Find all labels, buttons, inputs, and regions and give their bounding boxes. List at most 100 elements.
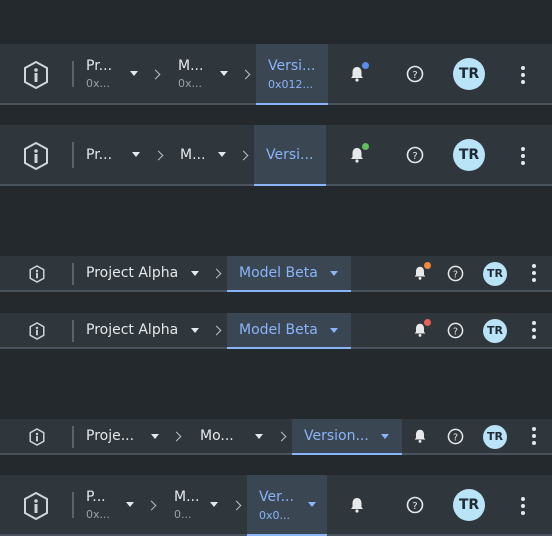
notification-dot xyxy=(424,319,431,326)
project-subtitle: 0x... xyxy=(86,77,110,90)
model-title: M... xyxy=(174,489,200,505)
more-vert-icon[interactable] xyxy=(532,264,536,285)
chevron-right-icon xyxy=(150,69,161,80)
project-title: P... xyxy=(86,489,106,505)
avatar[interactable]: TR xyxy=(453,58,485,90)
avatar[interactable]: TR xyxy=(483,262,507,286)
chevron-right-icon xyxy=(240,69,251,80)
breadcrumb-model[interactable]: M... xyxy=(174,135,236,175)
model-subtitle: 0... xyxy=(174,508,192,521)
app-logo-icon[interactable] xyxy=(29,428,45,446)
breadcrumb-model[interactable]: M... 0... xyxy=(168,485,226,525)
version-title: Versi... xyxy=(266,147,314,163)
avatar[interactable]: TR xyxy=(453,489,485,521)
help-icon[interactable]: ? xyxy=(406,65,424,87)
breadcrumb-version[interactable]: Versi... xyxy=(254,125,326,186)
version-title: Ver... xyxy=(259,489,294,505)
caret-down-icon xyxy=(330,271,338,276)
app-logo-icon[interactable] xyxy=(23,142,49,170)
model-title: M... xyxy=(178,58,204,74)
avatar[interactable]: TR xyxy=(483,425,507,449)
caret-down-icon xyxy=(381,434,389,439)
divider xyxy=(72,426,74,448)
help-icon[interactable]: ? xyxy=(406,146,424,168)
caret-down-icon xyxy=(255,434,263,439)
breadcrumb-version[interactable]: Ver... 0x0... xyxy=(247,475,327,536)
caret-down-icon xyxy=(218,152,226,157)
toolbar-variant-2: Pr... M... Versi... ? TR xyxy=(0,125,552,186)
avatar[interactable]: TR xyxy=(483,319,507,343)
help-icon[interactable]: ? xyxy=(447,322,464,343)
chevron-right-icon xyxy=(211,325,222,336)
chevron-right-icon xyxy=(231,500,242,511)
project-title[interactable]: Project Alpha xyxy=(86,322,178,338)
project-title: Pr... xyxy=(86,147,113,163)
bell-icon[interactable] xyxy=(412,428,428,448)
caret-down-icon xyxy=(130,71,138,76)
bell-icon[interactable] xyxy=(348,496,366,518)
breadcrumb-project[interactable]: Pr... 0x... xyxy=(80,54,142,94)
caret-down-icon xyxy=(220,71,228,76)
help-icon[interactable]: ? xyxy=(447,428,464,449)
notification-dot xyxy=(424,262,431,269)
divider xyxy=(72,492,74,518)
project-title: Pr... xyxy=(86,58,113,74)
version-title: Version... xyxy=(304,428,369,444)
divider xyxy=(72,320,74,342)
svg-text:?: ? xyxy=(453,326,458,337)
chevron-right-icon xyxy=(146,500,157,511)
app-logo-icon[interactable] xyxy=(23,492,49,520)
app-logo-icon[interactable] xyxy=(29,322,45,340)
breadcrumb-version[interactable]: Version... xyxy=(292,419,402,455)
caret-down-icon xyxy=(330,328,338,333)
model-title: Model Beta xyxy=(239,322,318,338)
divider xyxy=(72,142,74,168)
version-title: Versi... xyxy=(268,58,316,74)
divider xyxy=(72,263,74,285)
help-icon[interactable]: ? xyxy=(447,265,464,286)
more-vert-icon[interactable] xyxy=(532,427,536,448)
model-title[interactable]: Mo... xyxy=(200,428,234,444)
caret-down-icon xyxy=(132,152,140,157)
model-subtitle: 0x... xyxy=(178,77,202,90)
chevron-right-icon xyxy=(211,268,222,279)
caret-down-icon xyxy=(191,328,199,333)
model-title: M... xyxy=(180,147,206,163)
avatar[interactable]: TR xyxy=(453,139,485,171)
toolbar-variant-4: Project Alpha Model Beta ? TR xyxy=(0,313,552,349)
project-subtitle: 0x... xyxy=(86,508,110,521)
toolbar-variant-1: Pr... 0x... M... 0x... Versi... 0x012...… xyxy=(0,44,552,105)
svg-text:?: ? xyxy=(412,70,417,81)
more-vert-icon[interactable] xyxy=(532,321,536,342)
toolbar-variant-3: Project Alpha Model Beta ? TR xyxy=(0,256,552,292)
svg-text:?: ? xyxy=(453,432,458,443)
svg-text:?: ? xyxy=(412,151,417,162)
chevron-right-icon xyxy=(276,431,287,442)
chevron-right-icon xyxy=(153,150,164,161)
toolbar-variant-5: Proje... Mo... Version... ? TR xyxy=(0,419,552,455)
caret-down-icon xyxy=(126,502,134,507)
chevron-right-icon xyxy=(238,150,249,161)
toolbar-variant-6: P... 0x... M... 0... Ver... 0x0... ? TR xyxy=(0,475,552,536)
notification-dot xyxy=(362,62,369,69)
more-vert-icon[interactable] xyxy=(521,147,525,168)
caret-down-icon xyxy=(210,502,218,507)
breadcrumb-model[interactable]: Model Beta xyxy=(227,313,351,349)
caret-down-icon xyxy=(151,434,159,439)
help-icon[interactable]: ? xyxy=(406,496,424,518)
app-logo-icon[interactable] xyxy=(23,61,49,89)
breadcrumb-project[interactable]: P... 0x... xyxy=(80,485,138,525)
breadcrumb-model[interactable]: Model Beta xyxy=(227,256,351,292)
breadcrumb-project[interactable]: Pr... xyxy=(80,135,142,175)
svg-text:?: ? xyxy=(412,501,417,512)
project-title[interactable]: Proje... xyxy=(86,428,134,444)
more-vert-icon[interactable] xyxy=(521,66,525,87)
version-subtitle: 0x0... xyxy=(259,509,290,522)
app-logo-icon[interactable] xyxy=(29,265,45,283)
project-title[interactable]: Project Alpha xyxy=(86,265,178,281)
chevron-right-icon xyxy=(171,431,182,442)
breadcrumb-version[interactable]: Versi... 0x012... xyxy=(256,44,328,105)
more-vert-icon[interactable] xyxy=(521,497,525,518)
model-title: Model Beta xyxy=(239,265,318,281)
breadcrumb-model[interactable]: M... 0x... xyxy=(172,54,234,94)
